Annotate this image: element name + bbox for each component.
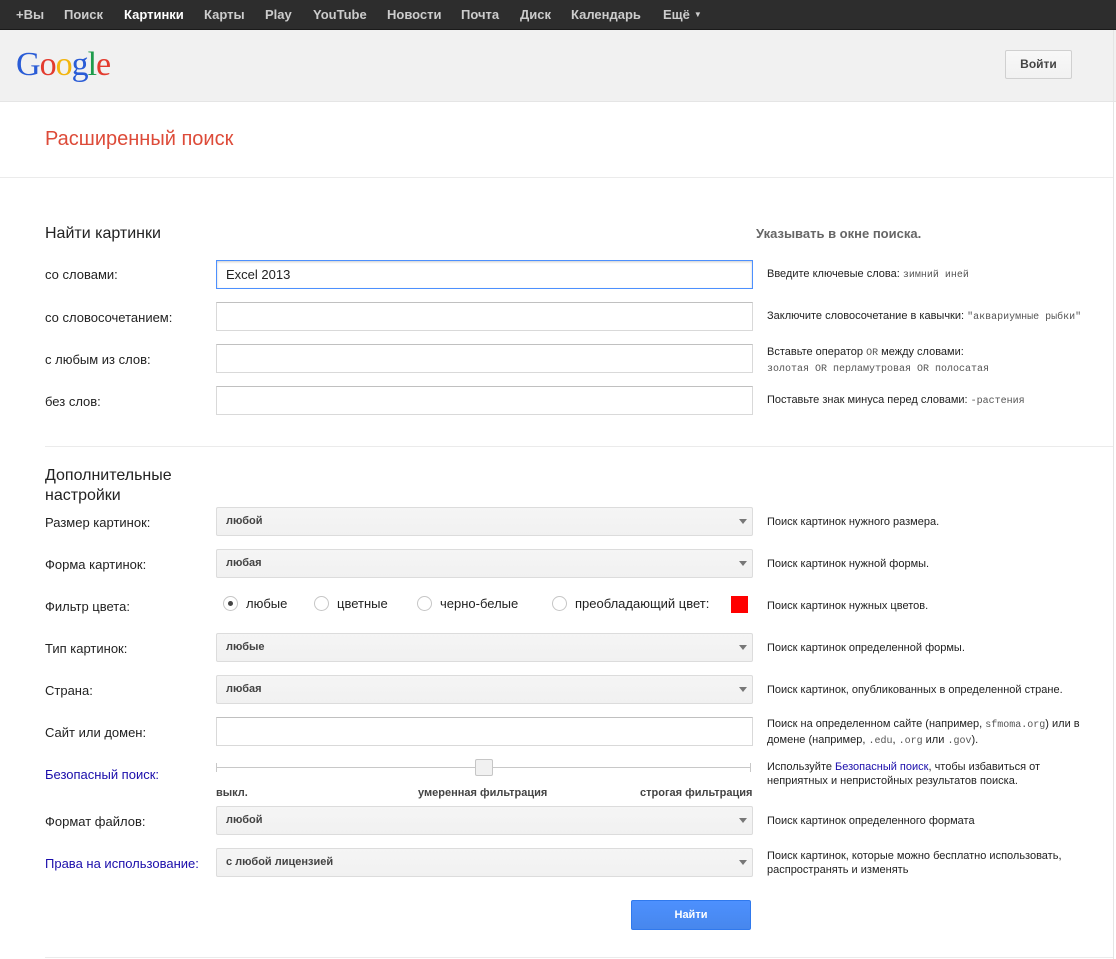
dropdown-arrow-icon: [739, 561, 747, 566]
site-label: Сайт или домен:: [45, 725, 147, 740]
top-nav-bar: +Вы Поиск Картинки Карты Play YouTube Но…: [0, 0, 1116, 30]
nav-drive[interactable]: Диск: [520, 0, 551, 30]
nav-news[interactable]: Новости: [387, 0, 442, 30]
shape-select[interactable]: любая: [216, 549, 753, 578]
exact-phrase-input[interactable]: [216, 302, 753, 331]
search-submit-button[interactable]: Найти: [631, 900, 751, 930]
color-dominant-radio[interactable]: преобладающий цвет:: [552, 596, 709, 612]
shape-label: Форма картинок:: [45, 557, 147, 572]
safesearch-slider-handle[interactable]: [475, 759, 493, 776]
nav-images[interactable]: Картинки: [124, 0, 184, 30]
color-swatch[interactable]: [731, 596, 748, 613]
region-select[interactable]: любая: [216, 675, 753, 704]
nav-youtube[interactable]: YouTube: [313, 0, 367, 30]
divider: [45, 446, 1113, 447]
nav-more[interactable]: Ещё ▼: [663, 0, 702, 30]
page-title: Расширенный поиск: [45, 128, 234, 150]
exact-phrase-label: со словосочетанием:: [45, 310, 173, 325]
safesearch-hint: Используйте Безопасный поиск, чтобы изба…: [767, 761, 1041, 787]
radio-checked-icon: [223, 596, 238, 611]
dropdown-arrow-icon: [739, 860, 747, 865]
any-words-hint: Вставьте оператор OR между словами: золот…: [767, 346, 990, 375]
all-words-label: со словами:: [45, 267, 118, 282]
type-select[interactable]: любые: [216, 633, 753, 662]
radio-icon: [314, 596, 329, 611]
divider: [45, 957, 1113, 958]
size-label: Размер картинок:: [45, 515, 151, 530]
type-label: Тип картинок:: [45, 641, 128, 656]
type-hint: Поиск картинок определенной формы.: [767, 642, 965, 654]
header: Google Войти: [0, 30, 1116, 102]
dropdown-arrow-icon: [739, 818, 747, 823]
filetype-hint: Поиск картинок определенного формата: [767, 815, 975, 827]
none-words-hint: Поставьте знак минуса перед словами: -ра…: [767, 394, 1025, 407]
size-hint: Поиск картинок нужного размера.: [767, 516, 940, 528]
color-hint: Поиск картинок нужных цветов.: [767, 600, 929, 612]
site-hint: Поиск на определенном сайте (например, s…: [767, 718, 1080, 747]
nav-maps[interactable]: Карты: [204, 0, 245, 30]
signin-button[interactable]: Войти: [1005, 50, 1072, 79]
usage-rights-link[interactable]: Права на использование:: [45, 856, 199, 871]
dropdown-arrow-icon: [739, 687, 747, 692]
divider: [0, 177, 1113, 178]
color-full-radio[interactable]: цветные: [314, 596, 388, 612]
dropdown-arrow-icon: [739, 519, 747, 524]
nav-search[interactable]: Поиск: [64, 0, 103, 30]
dropdown-arrow-icon: [739, 645, 747, 650]
caret-down-icon: ▼: [693, 10, 702, 19]
nav-plus-you[interactable]: +Вы: [16, 0, 44, 30]
color-any-radio[interactable]: любые: [223, 596, 287, 612]
site-input[interactable]: [216, 717, 753, 746]
all-words-hint: Введите ключевые слова: зимний иней: [767, 268, 969, 281]
region-hint: Поиск картинок, опубликованных в определ…: [767, 684, 1063, 696]
shape-hint: Поиск картинок нужной формы.: [767, 558, 930, 570]
nav-calendar[interactable]: Календарь: [571, 0, 641, 30]
size-select[interactable]: любой: [216, 507, 753, 536]
find-section-title: Найти картинки: [45, 225, 161, 242]
usage-rights-select[interactable]: с любой лицензией: [216, 848, 753, 877]
google-logo[interactable]: Google: [16, 46, 111, 84]
safesearch-hint-link[interactable]: Безопасный поиск: [835, 761, 928, 773]
none-words-input[interactable]: [216, 386, 753, 415]
nav-mail[interactable]: Почта: [461, 0, 499, 30]
safesearch-moderate-label: умеренная фильтрация: [418, 787, 548, 799]
filetype-label: Формат файлов:: [45, 814, 146, 829]
filetype-select[interactable]: любой: [216, 806, 753, 835]
safesearch-off-label: выкл.: [216, 787, 248, 799]
radio-icon: [552, 596, 567, 611]
right-divider: [1113, 30, 1114, 959]
nav-play[interactable]: Play: [265, 0, 292, 30]
none-words-label: без слов:: [45, 394, 101, 409]
color-bw-radio[interactable]: черно-белые: [417, 596, 518, 612]
exact-phrase-hint: Заключите словосочетание в кавычки: "акв…: [767, 310, 1082, 323]
usage-rights-hint: Поиск картинок, которые можно бесплатно …: [767, 850, 1062, 876]
slider-tick: [216, 763, 217, 772]
any-words-label: с любым из слов:: [45, 352, 151, 367]
safesearch-strict-label: строгая фильтрация: [640, 787, 753, 799]
nav-more-label: Ещё: [663, 7, 690, 22]
radio-icon: [417, 596, 432, 611]
safesearch-link[interactable]: Безопасный поиск:: [45, 767, 159, 782]
any-words-input[interactable]: [216, 344, 753, 373]
more-section-title: Дополнительные настройки: [45, 467, 172, 504]
all-words-input[interactable]: Excel 2013: [216, 260, 753, 289]
slider-tick: [750, 763, 751, 772]
side-heading: Указывать в окне поиска.: [756, 226, 922, 241]
region-label: Страна:: [45, 683, 93, 698]
color-label: Фильтр цвета:: [45, 599, 130, 614]
